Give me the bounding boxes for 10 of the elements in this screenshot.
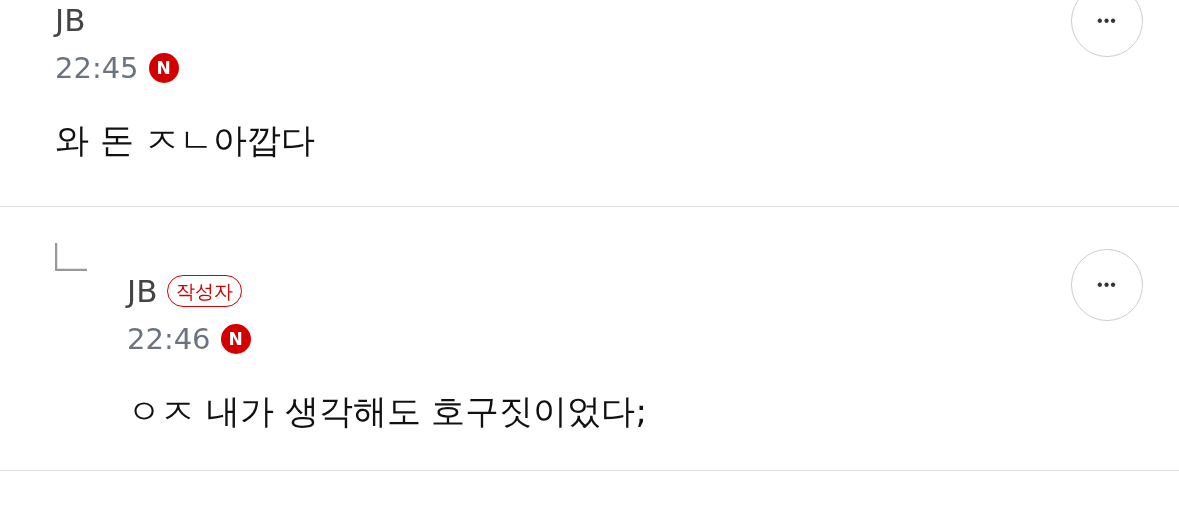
source-badge: N — [220, 324, 251, 354]
comment-time: 22:45 — [55, 51, 139, 85]
more-button[interactable]: ••• — [1071, 0, 1143, 57]
comment-text: 와 돈 ㅈㄴ아깝다 — [55, 119, 315, 162]
more-button[interactable]: ••• — [1071, 249, 1143, 321]
comment-time: 22:46 — [127, 322, 211, 356]
comment-text: ㅇㅈ 내가 생각해도 호구짓이었다; — [127, 390, 647, 433]
author-name: JB — [55, 2, 86, 38]
author-name: JB — [127, 273, 158, 309]
source-badge: N — [148, 53, 179, 83]
